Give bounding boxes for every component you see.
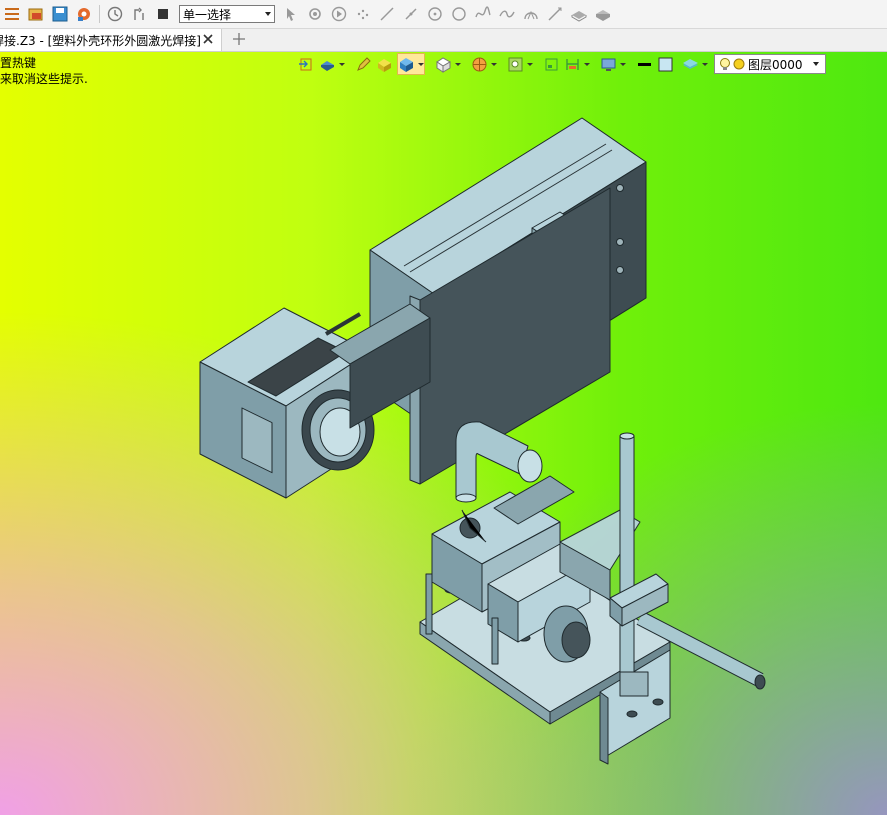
- main-toolbar: 单一选择: [0, 0, 887, 29]
- save-icon[interactable]: [49, 3, 71, 25]
- selection-mode-select[interactable]: 单一选择: [179, 5, 275, 23]
- open-file-icon[interactable]: [25, 3, 47, 25]
- arc-icon[interactable]: [520, 3, 542, 25]
- axis-line-icon[interactable]: [400, 3, 422, 25]
- surface-icon[interactable]: [568, 3, 590, 25]
- cad-model[interactable]: [0, 52, 887, 815]
- solid-icon[interactable]: [592, 3, 614, 25]
- spline-icon[interactable]: [472, 3, 494, 25]
- tab-title: 焊接.Z3 - [塑料外壳环形外圆激光焊接]: [0, 33, 201, 48]
- history-icon[interactable]: [104, 3, 126, 25]
- filter-icon[interactable]: [304, 3, 326, 25]
- curve-icon[interactable]: [496, 3, 518, 25]
- redo-icon[interactable]: [128, 3, 150, 25]
- add-tab-icon[interactable]: [231, 31, 247, 47]
- selection-mode-value: 单一选择: [183, 8, 232, 22]
- edge-icon[interactable]: [544, 3, 566, 25]
- play-icon[interactable]: [328, 3, 350, 25]
- pointer-icon[interactable]: [280, 3, 302, 25]
- circle-icon[interactable]: [448, 3, 470, 25]
- line-icon[interactable]: [376, 3, 398, 25]
- toolbar-separator: [99, 5, 100, 23]
- 3d-viewport[interactable]: 置热键 来取消这些提示. 图层0000: [0, 52, 887, 815]
- tab-document[interactable]: 焊接.Z3 - [塑料外壳环形外圆激光焊接]: [0, 29, 222, 51]
- stop-icon[interactable]: [152, 3, 174, 25]
- settings-icon[interactable]: [73, 3, 95, 25]
- document-tabbar: 焊接.Z3 - [塑料外壳环形外圆激光焊接]: [0, 29, 887, 52]
- laser-head[interactable]: [199, 303, 431, 499]
- close-icon[interactable]: [201, 32, 215, 46]
- chevron-down-icon: [265, 12, 271, 16]
- menu-icon[interactable]: [1, 3, 23, 25]
- point-icon[interactable]: [352, 3, 374, 25]
- center-circle-icon[interactable]: [424, 3, 446, 25]
